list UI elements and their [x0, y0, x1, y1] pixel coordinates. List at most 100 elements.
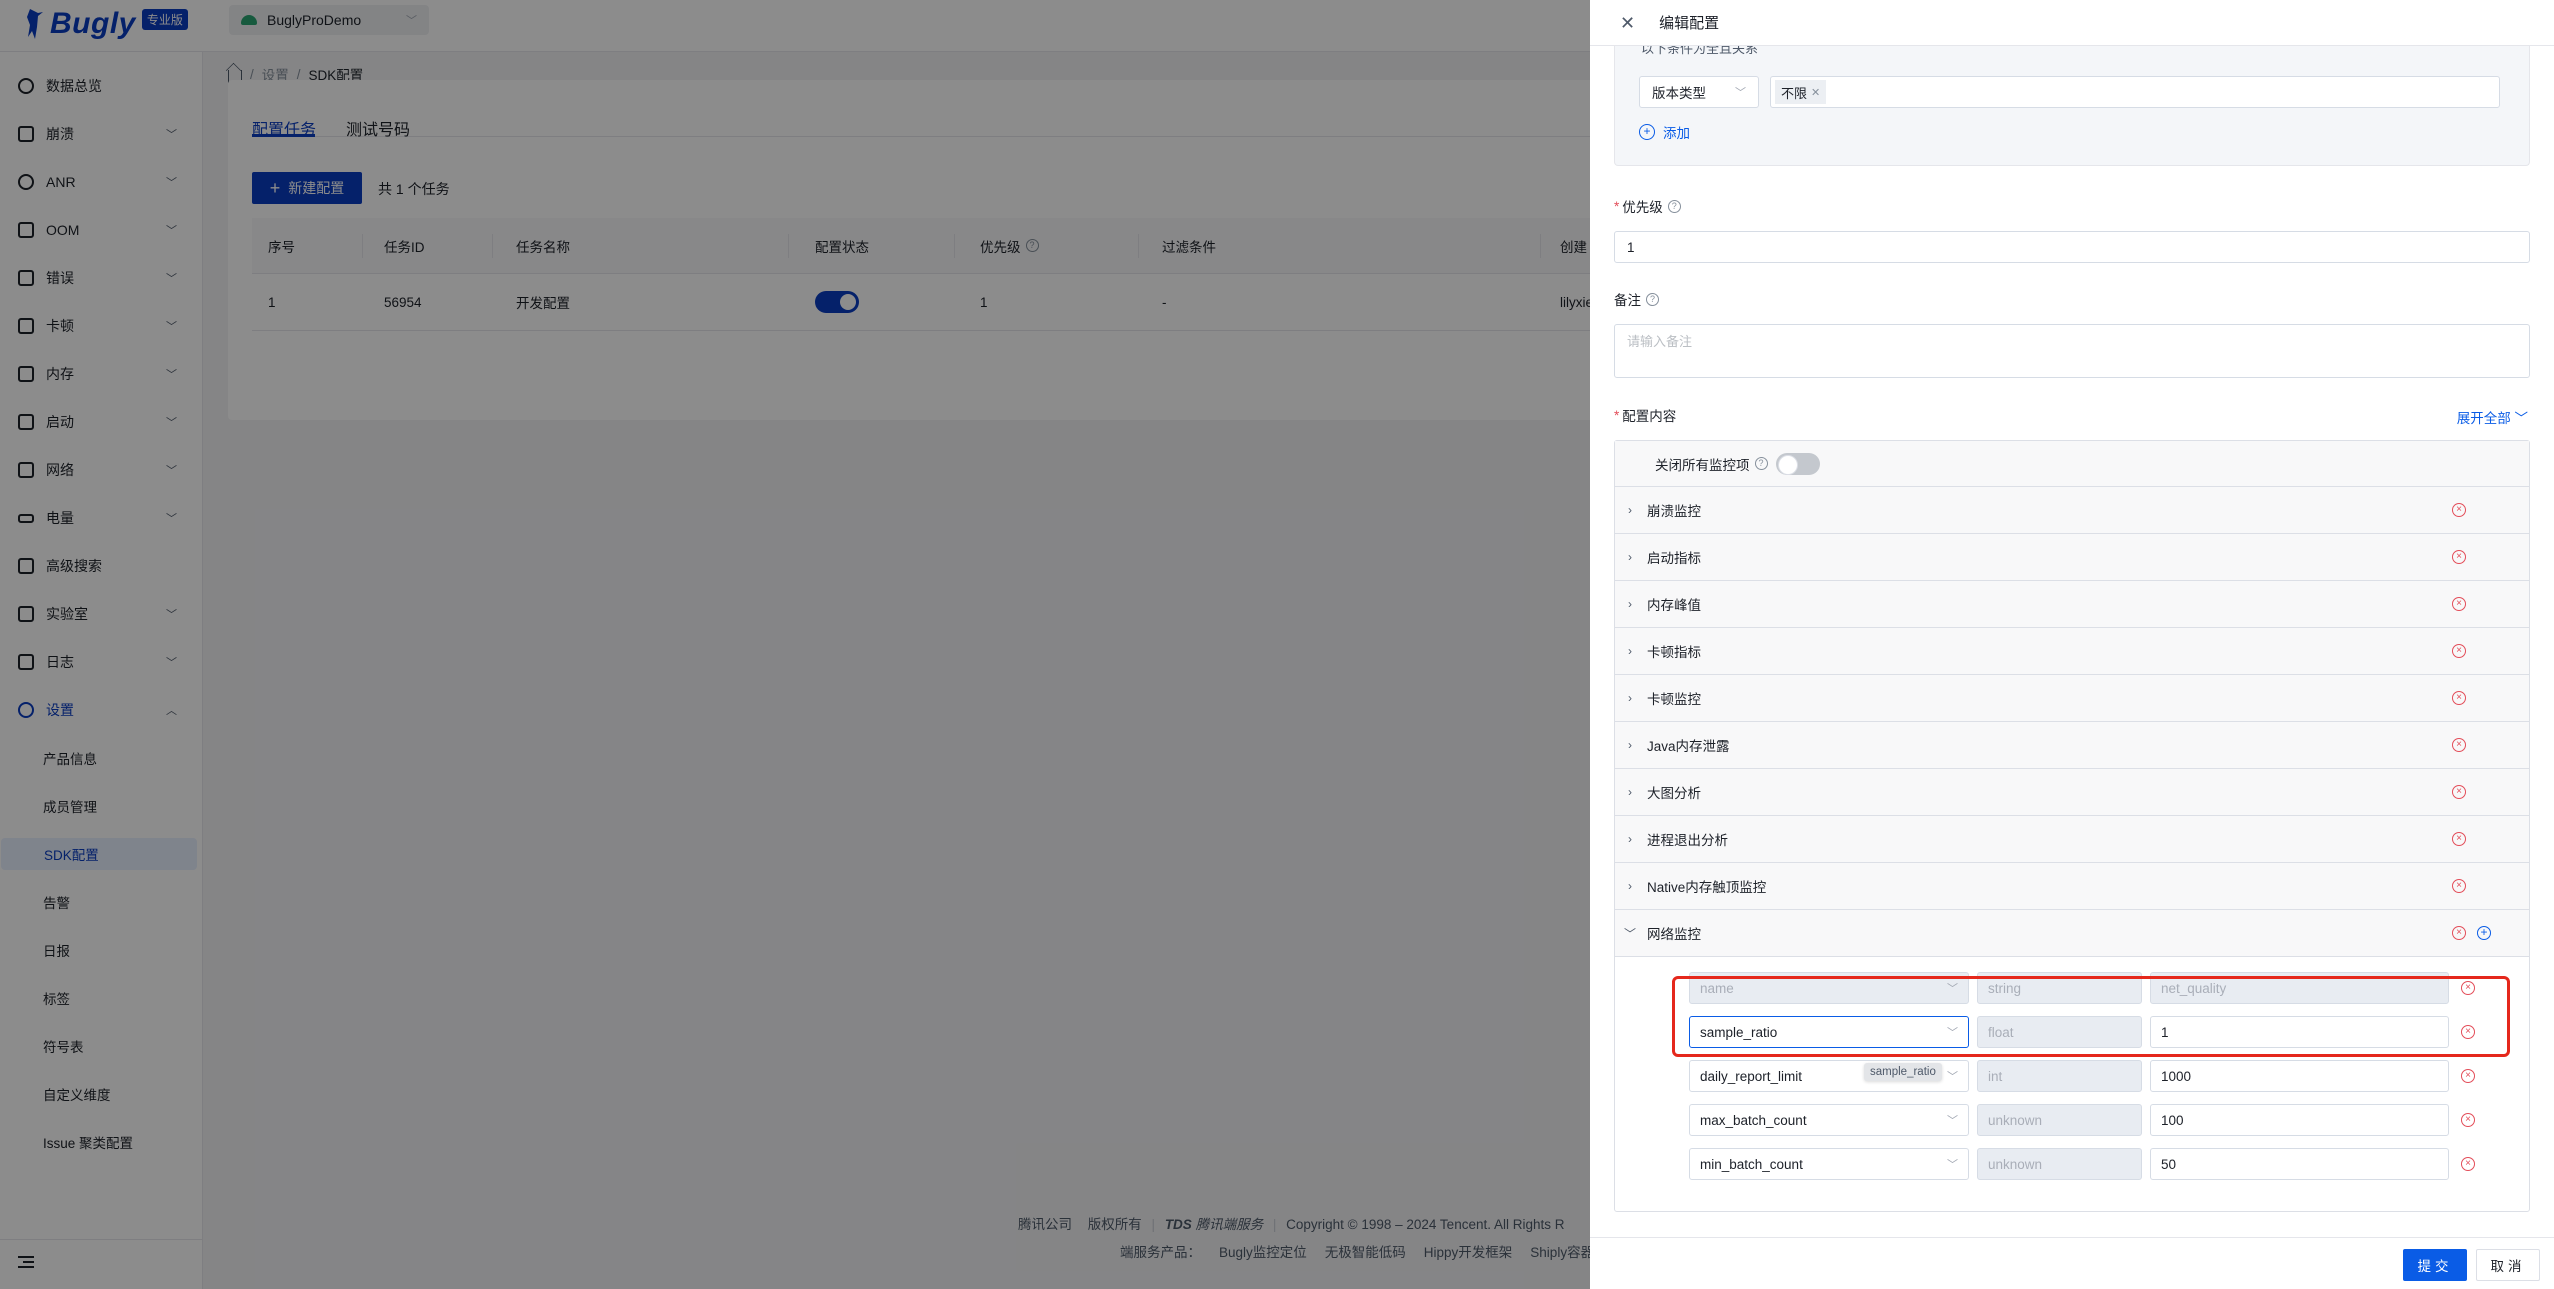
- param-type-field: int: [1977, 1060, 2142, 1092]
- required-mark: *: [1614, 407, 1620, 423]
- network-param-row: daily_report_limit ﹀ int 1000 ×: [1615, 1060, 2529, 1092]
- network-param-row: sample_ratio ﹀ float 1 ×: [1615, 1016, 2529, 1048]
- param-name-select: name ﹀: [1689, 972, 1969, 1004]
- chevron-down-icon: ﹀: [1947, 1159, 1958, 1171]
- tag-remove-icon[interactable]: ✕: [1811, 86, 1820, 99]
- remove-section-icon[interactable]: ×: [2452, 926, 2466, 940]
- chevron-down-icon: ﹀: [2514, 411, 2529, 426]
- chevron-down-icon: ﹀: [1735, 87, 1746, 99]
- remove-section-icon[interactable]: ×: [2452, 785, 2466, 799]
- monitor-section-header[interactable]: › Java内存泄露 ×: [1615, 722, 2529, 769]
- condition-field-select[interactable]: 版本类型 ﹀: [1639, 76, 1759, 108]
- monitor-section-label: 网络监控: [1647, 927, 1701, 942]
- chevron-down-icon: ﹀: [1623, 926, 1636, 941]
- monitor-section-header[interactable]: ﹀ 网络监控 × +: [1615, 910, 2529, 957]
- remove-section-icon[interactable]: ×: [2452, 644, 2466, 658]
- conditions-hint: 以下条件为全且关系: [1641, 46, 1759, 56]
- network-param-row: max_batch_count ﹀ unknown 100 ×: [1615, 1104, 2529, 1136]
- close-all-monitors-row: 关闭所有监控项 ?: [1615, 441, 2529, 487]
- chevron-down-icon: ﹀: [1947, 983, 1958, 995]
- remove-param-icon[interactable]: ×: [2461, 1069, 2475, 1083]
- expand-all-label: 展开全部: [2456, 411, 2511, 426]
- monitor-section-label: 进程退出分析: [1647, 833, 1728, 848]
- remove-section-icon[interactable]: ×: [2452, 550, 2466, 564]
- chevron-right-icon: ›: [1628, 597, 1632, 611]
- monitor-config-collapse: 关闭所有监控项 ? › 崩溃监控 × › 启动指标 × › 内存峰值 × › 卡顿指标 × › 卡顿监控 ×…: [1614, 440, 2530, 1212]
- condition-value-select[interactable]: 不限 ✕: [1770, 76, 2500, 108]
- add-param-icon[interactable]: +: [2477, 926, 2491, 940]
- monitor-section-label: 卡顿指标: [1647, 645, 1701, 660]
- param-name-value: min_batch_count: [1700, 1156, 1803, 1172]
- param-value-input: net_quality: [2150, 972, 2449, 1004]
- monitor-section-label: Native内存触顶监控: [1647, 880, 1767, 895]
- monitor-section-header[interactable]: › 进程退出分析 ×: [1615, 816, 2529, 863]
- chevron-down-icon: ﹀: [1947, 1027, 1958, 1039]
- remark-placeholder: 请输入备注: [1627, 334, 1693, 349]
- param-type-field: float: [1977, 1016, 2142, 1048]
- param-name-value: sample_ratio: [1700, 1024, 1778, 1040]
- param-value-input[interactable]: 1000: [2150, 1060, 2449, 1092]
- priority-input[interactable]: 1: [1614, 231, 2530, 263]
- help-icon[interactable]: ?: [1667, 199, 1681, 213]
- param-value-input[interactable]: 50: [2150, 1148, 2449, 1180]
- monitor-section-label: Java内存泄露: [1647, 739, 1730, 754]
- param-name-value: name: [1700, 980, 1734, 996]
- filter-conditions: 以下条件为全且关系 版本类型 ﹀ 不限 ✕ + 添加: [1614, 46, 2530, 166]
- remove-param-icon[interactable]: ×: [2461, 1025, 2475, 1039]
- chevron-right-icon: ›: [1628, 503, 1632, 517]
- network-param-row: min_batch_count ﹀ unknown 50 ×: [1615, 1148, 2529, 1180]
- priority-value: 1: [1627, 239, 1635, 255]
- param-name-select[interactable]: min_batch_count ﹀: [1689, 1148, 1969, 1180]
- priority-label: * 优先级 ?: [1614, 196, 1681, 216]
- cancel-button[interactable]: 取消: [2476, 1249, 2540, 1281]
- add-condition-button[interactable]: + 添加: [1639, 122, 1690, 142]
- remark-label-text: 备注: [1614, 293, 1641, 308]
- close-all-toggle[interactable]: [1775, 452, 1820, 475]
- help-icon[interactable]: ?: [1646, 292, 1659, 306]
- monitor-section-header[interactable]: › 启动指标 ×: [1615, 534, 2529, 581]
- edit-config-drawer: ✕ 编辑配置 以下条件为全且关系 版本类型 ﹀ 不限 ✕ + 添加 * 优先级 …: [1590, 0, 2554, 1289]
- help-icon[interactable]: ?: [1754, 457, 1768, 470]
- monitor-section-label: 崩溃监控: [1647, 504, 1701, 519]
- chevron-right-icon: ›: [1628, 738, 1632, 752]
- expand-all-link[interactable]: 展开全部 ﹀: [2457, 407, 2528, 427]
- monitor-section-label: 内存峰值: [1647, 598, 1701, 613]
- condition-tag: 不限 ✕: [1775, 80, 1827, 104]
- remove-section-icon[interactable]: ×: [2452, 879, 2466, 893]
- remove-section-icon[interactable]: ×: [2452, 832, 2466, 846]
- condition-field-value: 版本类型: [1652, 86, 1706, 101]
- network-param-row: name ﹀ string net_quality ×: [1615, 972, 2529, 1004]
- monitor-section-header[interactable]: › Native内存触顶监控 ×: [1615, 863, 2529, 910]
- priority-label-text: 优先级: [1622, 200, 1663, 215]
- monitor-section-label: 启动指标: [1647, 551, 1701, 566]
- submit-button[interactable]: 提交: [2403, 1249, 2467, 1281]
- chevron-right-icon: ›: [1628, 550, 1632, 564]
- param-name-select[interactable]: sample_ratio ﹀: [1689, 1016, 1969, 1048]
- drawer-title: 编辑配置: [1659, 15, 1720, 32]
- chevron-right-icon: ›: [1628, 832, 1632, 846]
- remove-param-icon[interactable]: ×: [2461, 1113, 2475, 1127]
- param-value-input[interactable]: 100: [2150, 1104, 2449, 1136]
- monitor-section-header[interactable]: › 卡顿指标 ×: [1615, 628, 2529, 675]
- config-content-label: * 配置内容: [1614, 405, 1676, 425]
- remark-textarea[interactable]: 请输入备注: [1614, 324, 2530, 378]
- chevron-down-icon: ﹀: [1947, 1115, 1958, 1127]
- monitor-section-header[interactable]: › 内存峰值 ×: [1615, 581, 2529, 628]
- drawer-header: ✕ 编辑配置: [1590, 0, 2554, 46]
- remove-section-icon[interactable]: ×: [2452, 738, 2466, 752]
- remove-param-icon[interactable]: ×: [2461, 1157, 2475, 1171]
- remove-section-icon[interactable]: ×: [2452, 597, 2466, 611]
- remove-section-icon[interactable]: ×: [2452, 691, 2466, 705]
- monitor-section-header[interactable]: › 卡顿监控 ×: [1615, 675, 2529, 722]
- param-name-select[interactable]: max_batch_count ﹀: [1689, 1104, 1969, 1136]
- monitor-section-header[interactable]: › 大图分析 ×: [1615, 769, 2529, 816]
- param-value-input[interactable]: 1: [2150, 1016, 2449, 1048]
- chevron-right-icon: ›: [1628, 879, 1632, 893]
- remark-label: 备注 ?: [1614, 289, 1659, 309]
- close-icon[interactable]: ✕: [1620, 14, 1635, 32]
- chevron-right-icon: ›: [1628, 785, 1632, 799]
- monitor-section-header[interactable]: › 崩溃监控 ×: [1615, 487, 2529, 534]
- config-content-label-text: 配置内容: [1622, 409, 1677, 424]
- remove-section-icon[interactable]: ×: [2452, 503, 2466, 517]
- remove-param-icon[interactable]: ×: [2461, 981, 2475, 995]
